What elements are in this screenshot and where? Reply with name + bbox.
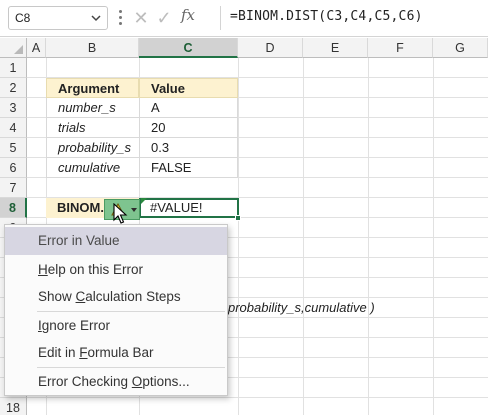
mouse-pointer-icon [113,203,128,224]
row-header-6[interactable]: 6 [0,158,27,178]
row-header-18[interactable]: 18 [0,398,27,415]
enter-icon[interactable]: ✓ [153,7,175,29]
formula-args-text: probability_s,cumulative ) [228,300,375,315]
table-header-argument[interactable]: Argument [46,78,139,98]
formula-bar-divider [220,6,221,30]
argument-probability-s[interactable]: probability_s [46,138,139,158]
table-header-value[interactable]: Value [139,78,238,98]
menu-item-accelerator: H [38,262,48,277]
column-header-c[interactable]: C [139,38,238,58]
menu-item-accelerator: O [131,374,143,389]
menu-item-error-checking-options[interactable]: Error Checking Options... [5,368,227,396]
column-header-g[interactable]: G [433,38,488,58]
menu-item-show-calculation-steps[interactable]: Show Calculation Steps [5,283,227,311]
column-header-b[interactable]: B [46,38,139,58]
fill-handle[interactable] [235,215,241,221]
chevron-down-icon [131,208,137,212]
menu-item-label: ptions... [142,374,190,389]
menu-item-label: alculation Steps [85,289,181,304]
menu-item-label: ormula Bar [87,345,154,360]
column-header-e[interactable]: E [303,38,368,58]
menu-item-label: Error Checking [38,374,132,389]
menu-item-accelerator: C [75,289,86,304]
formula-input[interactable]: =BINOM.DIST(C3,C4,C5,C6) [230,9,423,24]
name-box[interactable]: C8 [8,6,108,30]
cancel-icon[interactable]: ✕ [130,7,152,29]
error-options-menu: Error in Value Help on this Error Show C… [4,224,228,396]
cell-c8-selected[interactable]: #VALUE! [139,198,239,218]
error-indicator-icon [141,198,147,204]
select-all-button[interactable] [0,38,27,58]
formula-bar-border [0,36,488,37]
row-header-2[interactable]: 2 [0,78,27,98]
menu-item-accelerator: F [79,345,88,360]
insert-function-icon[interactable]: fx [181,6,195,24]
formula-bar: C8 ✕ ✓ fx =BINOM.DIST(C3,C4,C5,C6) [0,0,488,36]
row-header-1[interactable]: 1 [0,58,27,78]
menu-item-label: Edit in [38,345,80,360]
column-header-a[interactable]: A [27,38,46,58]
value-trials[interactable]: 20 [139,118,238,138]
menu-item-ignore-error[interactable]: Ignore Error [5,312,227,340]
menu-item-label: Show [38,289,76,304]
column-header-f[interactable]: F [368,38,433,58]
menu-item-label: elp on this Error [47,262,144,277]
menu-item-label: gnore Error [41,318,111,333]
row-header-8[interactable]: 8 [0,198,27,218]
value-cumulative[interactable]: FALSE [139,158,238,178]
name-box-value: C8 [15,11,31,25]
argument-cumulative[interactable]: cumulative [46,158,139,178]
more-options-handle[interactable] [119,9,123,27]
row-header-5[interactable]: 5 [0,138,27,158]
value-probability-s[interactable]: 0.3 [139,138,238,158]
chevron-down-icon[interactable] [90,12,102,24]
gridline [27,397,488,398]
menu-item-error-in-value[interactable]: Error in Value [5,227,227,255]
row-header-7[interactable]: 7 [0,178,27,198]
row-header-3[interactable]: 3 [0,98,27,118]
row-header-4[interactable]: 4 [0,118,27,138]
menu-item-edit-in-formula-bar[interactable]: Edit in Formula Bar [5,339,227,367]
argument-number-s[interactable]: number_s [46,98,139,118]
menu-item-help-on-error[interactable]: Help on this Error [5,256,227,284]
value-number-s[interactable]: A [139,98,238,118]
argument-trials[interactable]: trials [46,118,139,138]
column-header-d[interactable]: D [238,38,303,58]
